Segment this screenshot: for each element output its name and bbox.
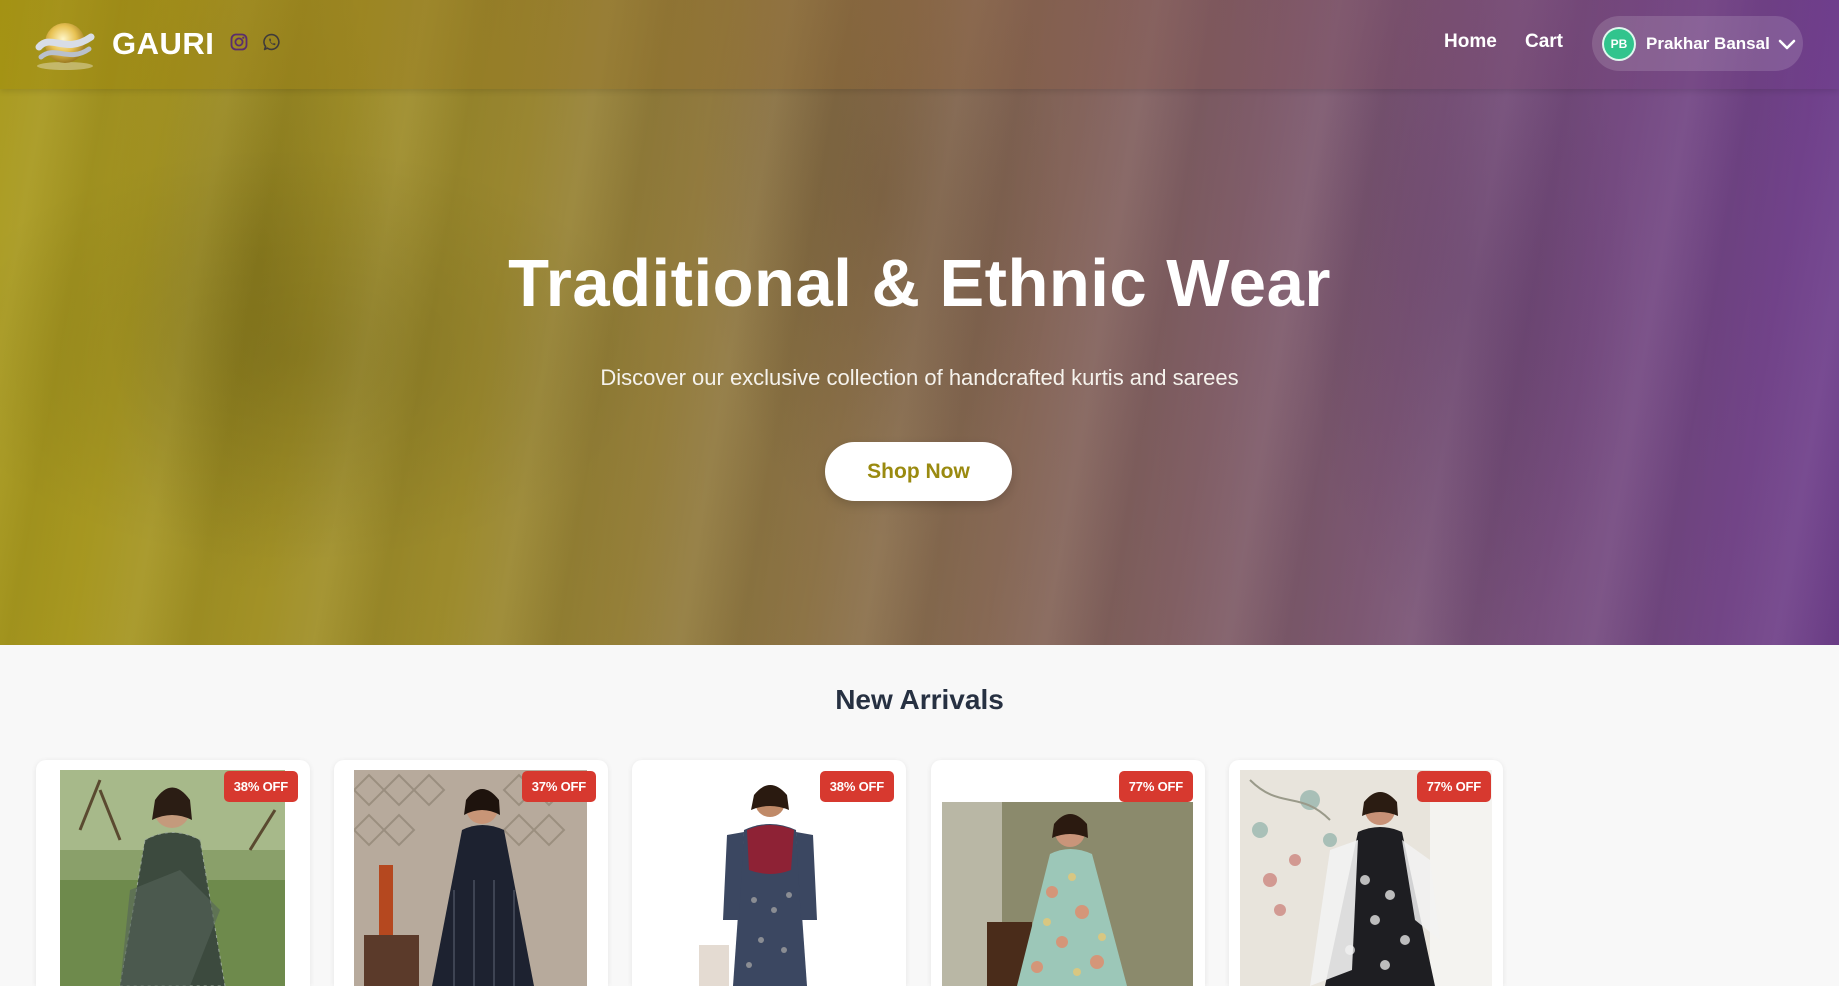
gauri-logo[interactable] <box>33 19 97 71</box>
product-image[interactable] <box>354 770 587 986</box>
logo-icon <box>35 23 95 70</box>
hero-subtitle: Discover our exclusive collection of han… <box>600 365 1239 390</box>
product-card[interactable]: 77% OFF <box>931 760 1205 986</box>
user-menu-dropdown[interactable]: PB Prakhar Bansal <box>1592 16 1803 71</box>
hero-background-image <box>0 0 1839 645</box>
hero-title: Traditional & Ethnic Wear <box>508 246 1331 321</box>
user-name: Prakhar Bansal <box>1646 33 1770 53</box>
discount-badge: 37% OFF <box>521 771 596 802</box>
new-arrivals-title: New Arrivals <box>835 684 1004 715</box>
nav-cart-link[interactable]: Cart <box>1525 31 1563 53</box>
brand-name[interactable]: GAURI <box>112 26 214 62</box>
discount-badge: 38% OFF <box>223 771 298 802</box>
hero-banner: Traditional & Ethnic Wear Discover our e… <box>0 0 1839 645</box>
instagram-icon[interactable] <box>230 33 248 51</box>
discount-badge: 38% OFF <box>819 771 894 802</box>
whatsapp-icon[interactable] <box>263 33 281 51</box>
product-card[interactable]: 38% OFF <box>36 760 310 986</box>
product-card[interactable]: 38% OFF <box>632 760 906 986</box>
discount-badge: 77% OFF <box>1416 771 1491 802</box>
discount-badge: 77% OFF <box>1118 771 1193 802</box>
product-image[interactable] <box>942 802 1193 986</box>
nav-home-link[interactable]: Home <box>1444 31 1497 53</box>
shop-now-button[interactable]: Shop Now <box>825 442 1012 501</box>
avatar: PB <box>1602 26 1636 61</box>
product-image[interactable] <box>60 770 285 986</box>
navbar: GAURI Home Cart PB Prakhar Bansal <box>0 0 1839 89</box>
product-image[interactable] <box>1240 770 1492 986</box>
product-card[interactable]: 77% OFF <box>1229 760 1503 986</box>
product-card[interactable]: 37% OFF <box>334 760 608 986</box>
product-image[interactable] <box>699 770 841 986</box>
chevron-down-icon <box>1778 39 1796 49</box>
